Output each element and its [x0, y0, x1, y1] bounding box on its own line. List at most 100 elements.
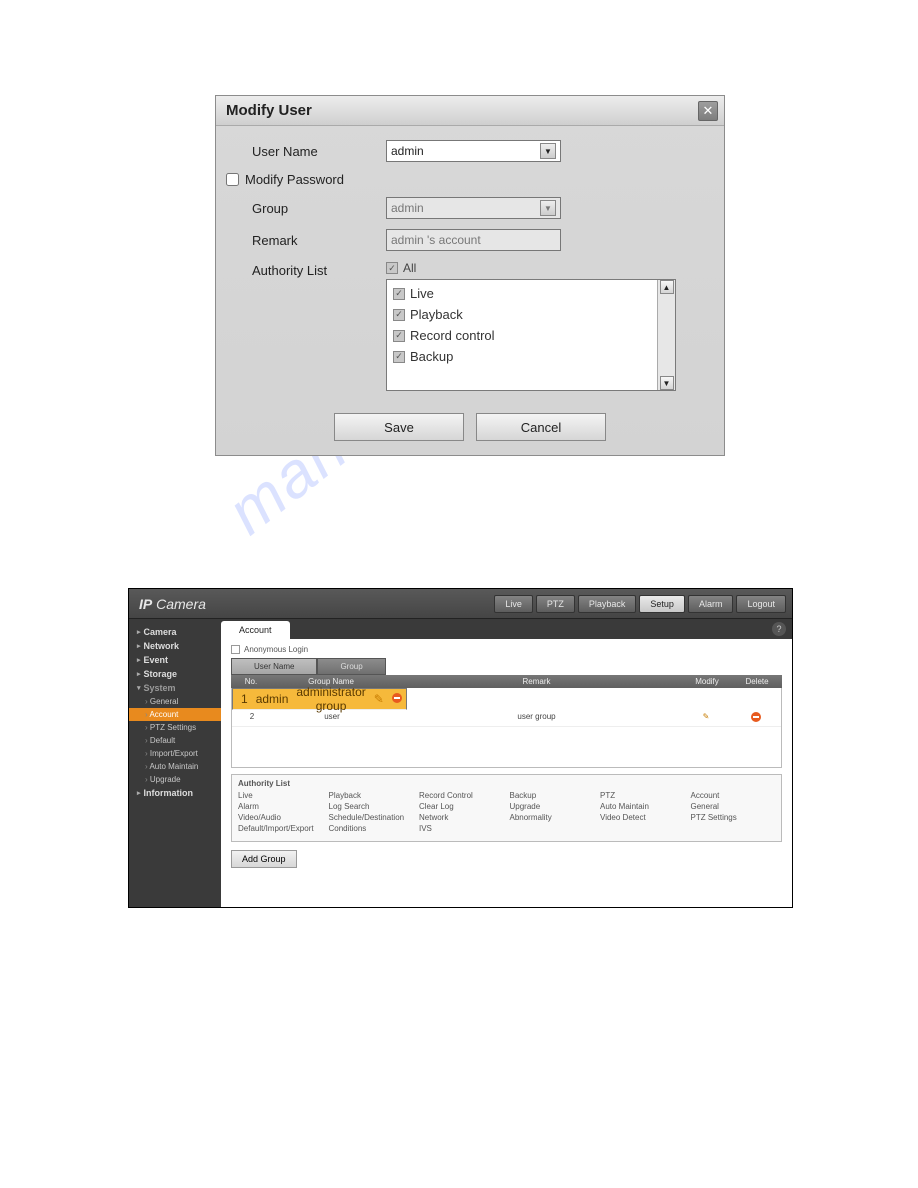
auth-item: Backup	[410, 349, 453, 364]
brand-prefix: IP	[139, 596, 152, 612]
edit-icon[interactable]: ✎	[374, 692, 384, 706]
ipcamera-app: IP Camera Live PTZ Playback Setup Alarm …	[128, 588, 793, 908]
sidebar-item-storage[interactable]: Storage	[129, 667, 221, 681]
group-table: No. Group Name Remark Modify Delete 1 ad…	[231, 675, 782, 768]
sidebar-item-import-export[interactable]: Import/Export	[129, 747, 221, 760]
brand: IP Camera	[139, 596, 206, 612]
sidebar-item-general[interactable]: General	[129, 695, 221, 708]
username-select[interactable]: admin ▼	[386, 140, 561, 162]
app-header: IP Camera Live PTZ Playback Setup Alarm …	[129, 589, 792, 619]
subtab-username[interactable]: User Name	[231, 658, 317, 675]
authority-item: Video/Audio	[238, 813, 323, 822]
authority-item: Auto Maintain	[600, 802, 685, 811]
authority-item: Default/Import/Export	[238, 824, 323, 833]
all-checkbox[interactable]: ✓	[386, 262, 398, 274]
authority-item: Backup	[510, 791, 595, 800]
scroll-up-icon[interactable]: ▲	[660, 280, 674, 294]
nav-ptz[interactable]: PTZ	[536, 595, 575, 613]
auth-item: Live	[410, 286, 434, 301]
authority-item: Abnormality	[510, 813, 595, 822]
authority-list-panel: Authority List Live Playback Record Contro…	[231, 774, 782, 842]
auth-checkbox[interactable]: ✓	[393, 330, 405, 342]
col-modify: Modify	[682, 675, 732, 688]
auth-item: Playback	[410, 307, 463, 322]
sidebar-item-ptz-settings[interactable]: PTZ Settings	[129, 721, 221, 734]
authority-item: Schedule/Destination	[329, 813, 414, 822]
sidebar-item-default[interactable]: Default	[129, 734, 221, 747]
authority-item: Clear Log	[419, 802, 504, 811]
col-remark: Remark	[391, 675, 682, 688]
cell-no: 1	[237, 690, 252, 708]
nav-logout[interactable]: Logout	[736, 595, 786, 613]
authority-item: Alarm	[238, 802, 323, 811]
col-delete: Delete	[732, 675, 782, 688]
auth-checkbox[interactable]: ✓	[393, 288, 405, 300]
dialog-titlebar: Modify User ✕	[216, 96, 724, 126]
sidebar-item-account[interactable]: Account	[129, 708, 221, 721]
nav-alarm[interactable]: Alarm	[688, 595, 734, 613]
sidebar-item-auto-maintain[interactable]: Auto Maintain	[129, 760, 221, 773]
remark-label: Remark	[226, 233, 386, 248]
delete-icon[interactable]	[392, 693, 402, 703]
authority-item: Account	[691, 791, 776, 800]
dialog-title: Modify User	[226, 102, 312, 119]
authority-item: Video Detect	[600, 813, 685, 822]
edit-icon[interactable]: ✎	[703, 712, 710, 721]
anonymous-login-label: Anonymous Login	[244, 645, 308, 654]
chevron-down-icon[interactable]: ▼	[540, 143, 556, 159]
tab-account[interactable]: Account	[221, 621, 290, 639]
authority-listbox: ✓Live ✓Playback ✓Record control ✓Backup …	[386, 279, 676, 391]
sidebar: Camera Network Event Storage System Gene…	[129, 619, 221, 907]
brand-rest: Camera	[152, 596, 206, 612]
help-icon[interactable]: ?	[772, 622, 786, 636]
sidebar-item-event[interactable]: Event	[129, 653, 221, 667]
modify-user-dialog: Modify User ✕ User Name admin ▼ Modify P…	[215, 95, 725, 456]
table-row[interactable]: 2 user user group ✎	[232, 710, 781, 727]
sidebar-item-information[interactable]: Information	[129, 786, 221, 800]
subtab-group[interactable]: Group	[317, 658, 385, 675]
authority-list-title: Authority List	[238, 779, 775, 788]
nav-live[interactable]: Live	[494, 595, 533, 613]
authority-item: IVS	[419, 824, 504, 833]
sidebar-item-system[interactable]: System	[129, 681, 221, 695]
auth-checkbox[interactable]: ✓	[393, 309, 405, 321]
authority-item: PTZ Settings	[691, 813, 776, 822]
chevron-down-icon: ▼	[540, 200, 556, 216]
authority-item: Upgrade	[510, 802, 595, 811]
modify-password-label: Modify Password	[245, 172, 344, 187]
modify-password-checkbox[interactable]	[226, 173, 239, 186]
auth-item: Record control	[410, 328, 495, 343]
username-value: admin	[391, 144, 424, 158]
sidebar-item-camera[interactable]: Camera	[129, 625, 221, 639]
auth-checkbox[interactable]: ✓	[393, 351, 405, 363]
cell-group: user	[272, 710, 392, 726]
anonymous-login-checkbox[interactable]	[231, 645, 240, 654]
nav-playback[interactable]: Playback	[578, 595, 637, 613]
authority-item: Conditions	[329, 824, 414, 833]
cell-group: admin	[252, 690, 293, 708]
add-group-button[interactable]: Add Group	[231, 850, 297, 868]
scrollbar[interactable]: ▲ ▼	[657, 280, 675, 390]
scroll-down-icon[interactable]: ▼	[660, 376, 674, 390]
sidebar-item-upgrade[interactable]: Upgrade	[129, 773, 221, 786]
col-no: No.	[231, 675, 271, 688]
group-select: admin ▼	[386, 197, 561, 219]
username-label: User Name	[226, 144, 386, 159]
cancel-button[interactable]: Cancel	[476, 413, 606, 441]
delete-icon[interactable]	[751, 712, 761, 722]
nav-setup[interactable]: Setup	[639, 595, 685, 613]
authority-label: Authority List	[226, 261, 386, 278]
save-button[interactable]: Save	[334, 413, 464, 441]
authority-item: Playback	[329, 791, 414, 800]
authority-item: Network	[419, 813, 504, 822]
authority-item: Live	[238, 791, 323, 800]
sidebar-item-network[interactable]: Network	[129, 639, 221, 653]
close-icon[interactable]: ✕	[698, 101, 718, 121]
authority-item: PTZ	[600, 791, 685, 800]
main-panel: ? Account Anonymous Login User Name Grou…	[221, 619, 792, 907]
authority-item: Record Control	[419, 791, 504, 800]
all-label: All	[403, 261, 416, 275]
table-row[interactable]: 1 admin administrator group ✎	[232, 688, 407, 710]
cell-no: 2	[232, 710, 272, 726]
cell-remark: user group	[392, 710, 681, 726]
